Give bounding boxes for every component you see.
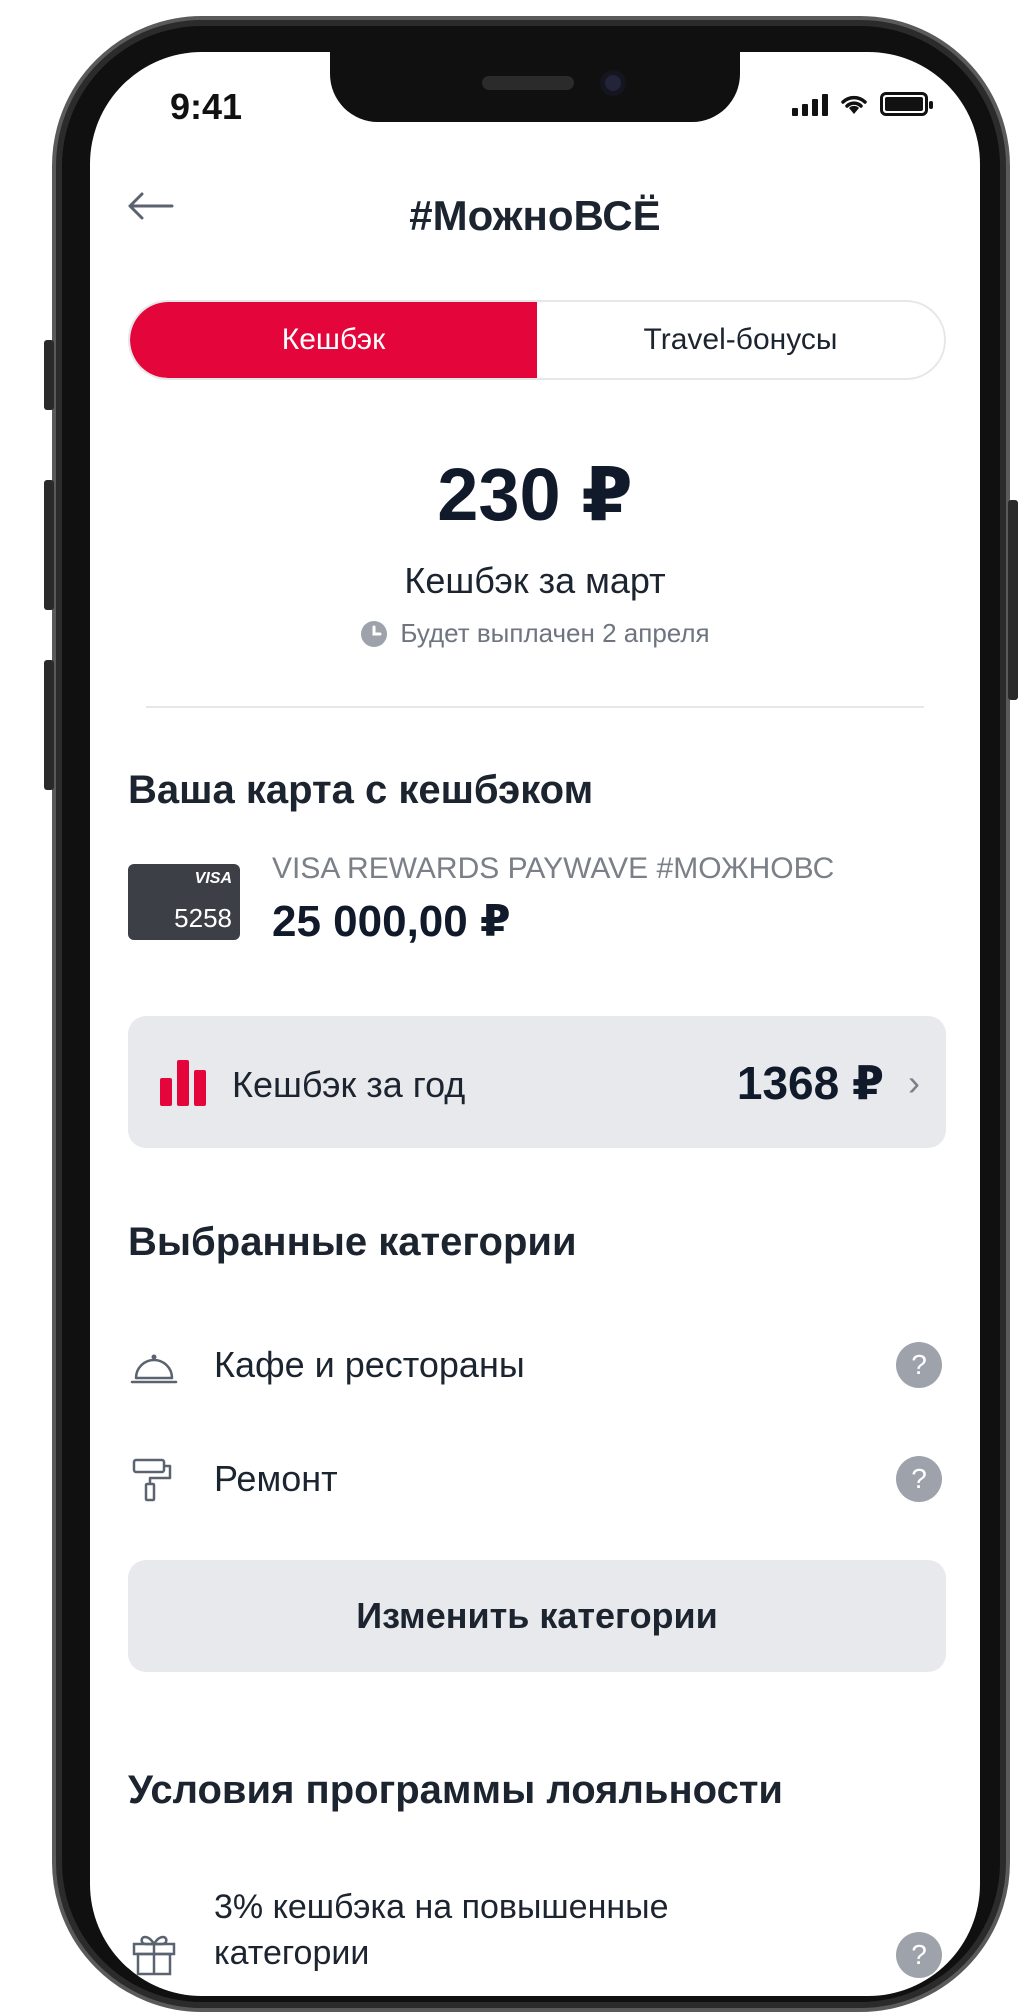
payout-text: Будет выплачен 2 апреля <box>400 618 710 648</box>
camera <box>600 70 626 96</box>
segmented-tabs: Кешбэк Travel-бонусы <box>128 300 946 380</box>
year-cashback-value: 1368 ₽ <box>736 1057 884 1109</box>
status-icons <box>792 92 933 116</box>
category-label: Кафе и рестораны <box>214 1344 525 1385</box>
category-item[interactable]: Ремонт ? <box>128 1438 946 1518</box>
speaker <box>482 76 574 90</box>
cloche-icon <box>130 1354 178 1384</box>
status-time: 9:41 <box>170 86 243 127</box>
gift-icon <box>132 1935 176 1976</box>
side-button <box>1008 500 1018 700</box>
clock-icon <box>361 620 388 647</box>
chevron-right-icon: › <box>908 1062 920 1103</box>
card-name: VISA REWARDS PAYWAVE #МОЖНОВС <box>272 852 835 885</box>
year-cashback-row[interactable]: Кешбэк за год 1368 ₽ › <box>128 1016 946 1148</box>
divider <box>146 706 924 708</box>
app-screen: 9:41 #МожноВСЁ Кешбэк Travel-бонусы 230 … <box>90 52 980 1996</box>
categories-title: Выбранные категории <box>128 1220 577 1264</box>
card-thumbnail[interactable]: VISA 5258 <box>128 864 240 940</box>
side-button <box>44 660 54 790</box>
change-categories-button[interactable]: Изменить категории <box>128 1560 946 1672</box>
card-balance: 25 000,00 ₽ <box>272 897 511 946</box>
cashback-amount: 230 ₽ <box>437 453 633 536</box>
cashback-period: Кешбэк за март <box>404 560 666 601</box>
wifi-icon <box>841 95 867 114</box>
bar-chart-icon <box>160 1060 206 1106</box>
help-icon[interactable]: ? <box>896 1342 942 1388</box>
help-icon[interactable]: ? <box>896 1456 942 1502</box>
year-cashback-label: Кешбэк за год <box>232 1064 466 1105</box>
signal-icon <box>792 92 828 116</box>
category-item[interactable]: Кафе и рестораны ? <box>128 1324 946 1404</box>
card-last-digits: 5258 <box>174 903 232 933</box>
paint-roller-icon <box>132 1458 172 1502</box>
card-section-title: Ваша карта с кешбэком <box>128 768 594 812</box>
conditions-title: Условия программы лояльности <box>128 1768 783 1812</box>
help-icon[interactable]: ? <box>896 1932 942 1978</box>
tab-cashback[interactable]: Кешбэк <box>130 302 537 378</box>
notch <box>330 52 740 122</box>
page-title: #МожноВСЁ <box>409 192 661 239</box>
battery-icon <box>880 92 933 116</box>
tab-travel-bonuses[interactable]: Travel-бонусы <box>537 302 944 378</box>
side-button <box>44 340 54 410</box>
category-label: Ремонт <box>214 1458 338 1499</box>
side-button <box>44 480 54 610</box>
condition-label: 3% кешбэка на повышенные категории <box>214 1888 669 1972</box>
visa-logo: VISA <box>194 870 232 887</box>
payout-note: Будет выплачен 2 апреля <box>90 618 980 649</box>
